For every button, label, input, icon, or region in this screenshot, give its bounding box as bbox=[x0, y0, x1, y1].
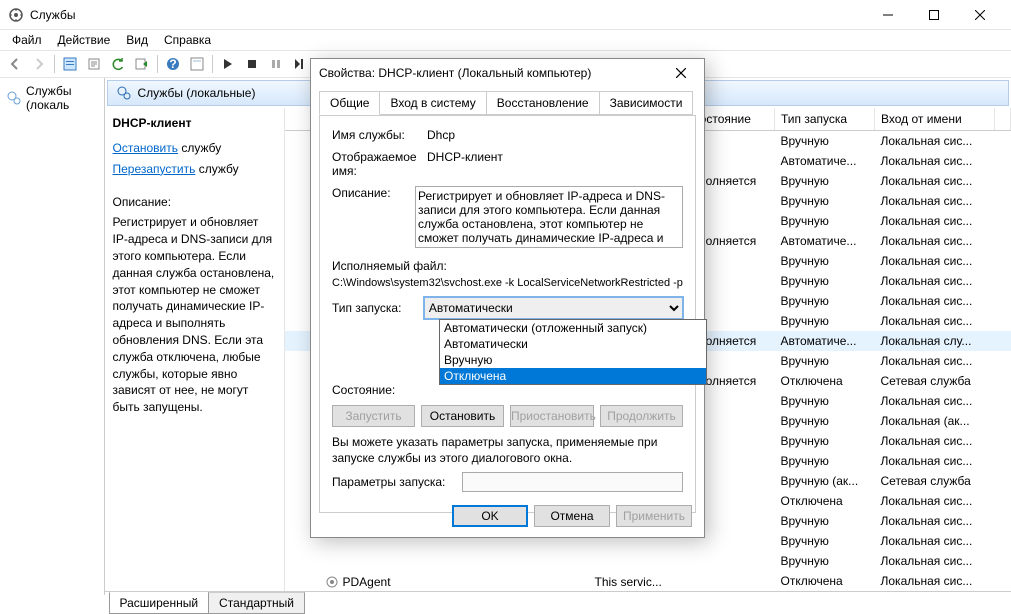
stop-icon[interactable] bbox=[241, 53, 263, 75]
start-button: Запустить bbox=[332, 405, 415, 427]
maximize-button[interactable] bbox=[911, 0, 957, 30]
pause-button: Приостановить bbox=[510, 405, 594, 427]
task-pane: DHCP-клиент Остановить службу Перезапуст… bbox=[105, 108, 285, 591]
help-icon[interactable]: ? bbox=[162, 53, 184, 75]
forward-button[interactable] bbox=[28, 53, 50, 75]
startup-option[interactable]: Отключена bbox=[440, 368, 706, 384]
val-svc-name: Dhcp bbox=[427, 128, 683, 142]
menu-help[interactable]: Справка bbox=[156, 31, 219, 49]
dialog-title: Свойства: DHCP-клиент (Локальный компьют… bbox=[319, 66, 666, 80]
play-icon[interactable] bbox=[217, 53, 239, 75]
window-title: Службы bbox=[30, 8, 865, 22]
tab-recovery[interactable]: Восстановление bbox=[486, 91, 600, 115]
lbl-svc-name: Имя службы: bbox=[332, 128, 427, 142]
lbl-params: Параметры запуска: bbox=[332, 475, 462, 489]
content-header-title: Службы (локальные) bbox=[138, 86, 256, 100]
lbl-display-name: Отображаемое имя: bbox=[332, 150, 427, 178]
gears-icon bbox=[116, 85, 132, 101]
apply-button: Применить bbox=[616, 505, 692, 527]
menubar: Файл Действие Вид Справка bbox=[0, 30, 1011, 50]
tab-logon[interactable]: Вход в систему bbox=[379, 91, 486, 115]
startup-dropdown: Автоматически (отложенный запуск)Автомат… bbox=[439, 319, 707, 385]
hint-text: Вы можете указать параметры запуска, при… bbox=[332, 435, 683, 466]
val-display-name: DHCP-клиент bbox=[427, 150, 683, 164]
tree-root-label: Службы (локаль bbox=[26, 84, 98, 112]
refresh-icon[interactable] bbox=[107, 53, 129, 75]
gear-icon bbox=[325, 575, 339, 589]
export-icon[interactable] bbox=[83, 53, 105, 75]
table-row[interactable]: ВручнуюЛокальная сис... bbox=[285, 551, 1011, 571]
restart-link[interactable]: Перезапустить bbox=[113, 162, 196, 176]
startup-select[interactable]: Автоматически bbox=[424, 297, 683, 319]
ok-button[interactable]: OK bbox=[452, 505, 528, 527]
lbl-description: Описание: bbox=[332, 186, 415, 200]
startup-option[interactable]: Автоматически (отложенный запуск) bbox=[440, 320, 706, 336]
pause-icon[interactable] bbox=[265, 53, 287, 75]
close-button[interactable] bbox=[957, 0, 1003, 30]
description-box[interactable]: Регистрирует и обновляет IP-адреса и DNS… bbox=[415, 186, 683, 248]
pdagent-desc: This servic... bbox=[595, 575, 662, 589]
tab-general[interactable]: Общие bbox=[319, 91, 380, 115]
pdagent-name[interactable]: PDAgent bbox=[343, 575, 391, 589]
back-button[interactable] bbox=[4, 53, 26, 75]
task-title: DHCP-клиент bbox=[113, 116, 276, 130]
restart-icon[interactable] bbox=[289, 53, 311, 75]
tab-standard[interactable]: Стандартный bbox=[208, 592, 305, 614]
startup-option[interactable]: Автоматически bbox=[440, 336, 706, 352]
dialog-close-button[interactable] bbox=[666, 61, 696, 85]
col-logon[interactable]: Вход от имени bbox=[875, 108, 995, 131]
app-icon bbox=[8, 7, 24, 23]
window-titlebar: Службы bbox=[0, 0, 1011, 30]
params-input bbox=[462, 472, 683, 492]
bottom-tabs: Расширенный Стандартный bbox=[105, 591, 1011, 613]
resume-button: Продолжить bbox=[600, 405, 683, 427]
desc-label: Описание: bbox=[113, 194, 276, 211]
startup-option[interactable]: Вручную bbox=[440, 352, 706, 368]
col-scroll bbox=[995, 108, 1011, 131]
properties-dialog: Свойства: DHCP-клиент (Локальный компьют… bbox=[310, 58, 705, 538]
menu-file[interactable]: Файл bbox=[4, 31, 50, 49]
tree-root-services[interactable]: Службы (локаль bbox=[4, 82, 100, 114]
lbl-state: Состояние: bbox=[332, 383, 427, 397]
lbl-exe: Исполняемый файл: bbox=[332, 259, 447, 273]
tab-deps[interactable]: Зависимости bbox=[599, 91, 694, 115]
tab-extended[interactable]: Расширенный bbox=[109, 592, 210, 614]
menu-view[interactable]: Вид bbox=[118, 31, 156, 49]
stop-button[interactable]: Остановить bbox=[421, 405, 504, 427]
val-exe: C:\Windows\system32\svchost.exe -k Local… bbox=[332, 277, 683, 289]
stop-link[interactable]: Остановить bbox=[113, 141, 179, 155]
col-startup[interactable]: Тип запуска bbox=[775, 108, 875, 131]
svg-text:?: ? bbox=[169, 57, 176, 71]
properties2-icon[interactable] bbox=[186, 53, 208, 75]
lbl-startup: Тип запуска: bbox=[332, 301, 424, 315]
desc-text: Регистрирует и обновляет IP-адреса и DNS… bbox=[113, 214, 276, 416]
gears-icon bbox=[6, 90, 22, 106]
minimize-button[interactable] bbox=[865, 0, 911, 30]
cancel-button[interactable]: Отмена bbox=[534, 505, 610, 527]
export-list-icon[interactable] bbox=[131, 53, 153, 75]
properties-icon[interactable] bbox=[59, 53, 81, 75]
tree-pane: Службы (локаль bbox=[0, 78, 105, 595]
menu-action[interactable]: Действие bbox=[50, 31, 119, 49]
